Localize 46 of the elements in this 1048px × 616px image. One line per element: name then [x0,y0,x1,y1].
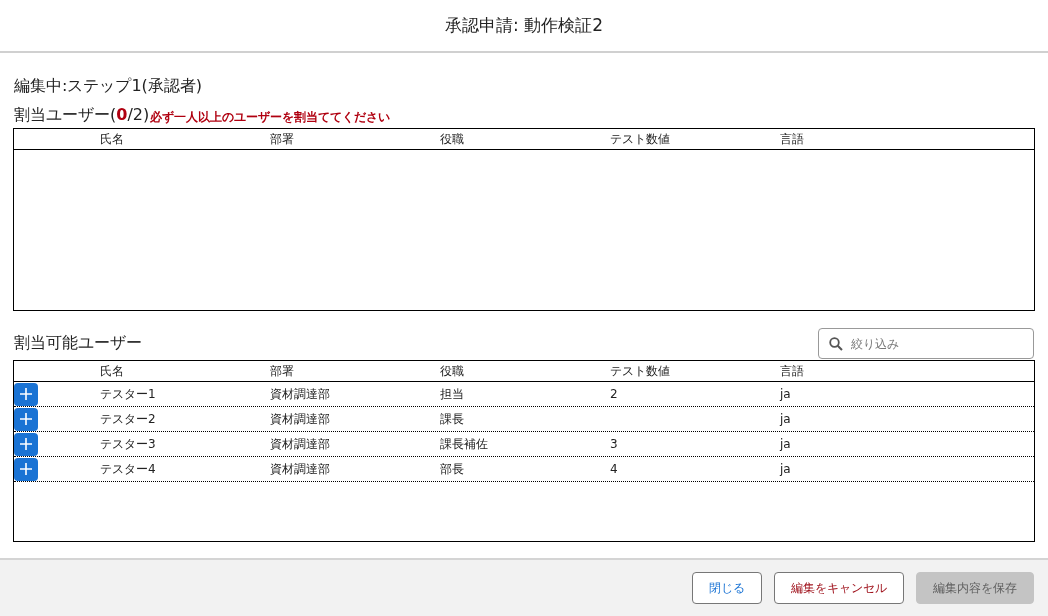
plus-icon [20,413,32,425]
plus-icon [20,388,32,400]
column-header: テスト数値 [610,131,671,148]
section-heading: 割当ユーザー(0/2) [14,104,150,126]
footer-button[interactable]: 閉じる [692,572,762,604]
plus-icon [20,438,32,450]
plus-icon [20,463,32,475]
table-cell-text: ja [780,461,792,478]
search-field[interactable]: 絞り込み [818,328,1034,359]
table-cell-text: 課長補佐 [440,436,489,453]
column-header: 役職 [440,363,465,380]
table-cell-text: ja [780,386,792,403]
column-header: 役職 [440,131,465,148]
column-header: 言語 [780,363,805,380]
column-header: 氏名 [100,131,125,148]
column-header: テスト数値 [610,363,671,380]
editing-label: 編集中:ステップ1(承認者) [14,75,204,97]
add-button[interactable] [14,382,38,406]
table-cell-text: テスター3 [100,436,157,453]
table-cell-text: テスター2 [100,411,157,428]
table-cell-text: 資材調達部 [270,436,331,453]
add-button[interactable] [14,432,38,456]
window-title: 承認申請: 動作検証2 [445,13,603,37]
table-cell-text: 資材調達部 [270,461,331,478]
search-icon [829,337,843,351]
table-cell-text: 部長 [440,461,465,478]
column-header: 氏名 [100,363,125,380]
table-cell-text: 資材調達部 [270,411,331,428]
table-cell-text: 担当 [440,386,465,403]
section-heading: 割当可能ユーザー [14,332,142,354]
table-cell-text: テスター1 [100,386,157,403]
table-cell-text: ja [780,411,792,428]
table-cell-text: ja [780,436,792,453]
warning-text: 必ず一人以上のユーザーを割当ててください [150,109,391,126]
add-button[interactable] [14,407,38,431]
column-header: 部署 [270,363,295,380]
table-cell-text: 課長 [440,411,465,428]
table-cell-text: 4 [610,461,619,478]
column-header: 部署 [270,131,295,148]
table-cell-text: 3 [610,436,619,453]
column-header: 言語 [780,131,805,148]
add-button[interactable] [14,457,38,481]
table-cell-text: テスター4 [100,461,157,478]
table-cell-text: 資材調達部 [270,386,331,403]
table-cell-text: 2 [610,386,619,403]
footer-button[interactable]: 編集をキャンセル [774,572,904,604]
